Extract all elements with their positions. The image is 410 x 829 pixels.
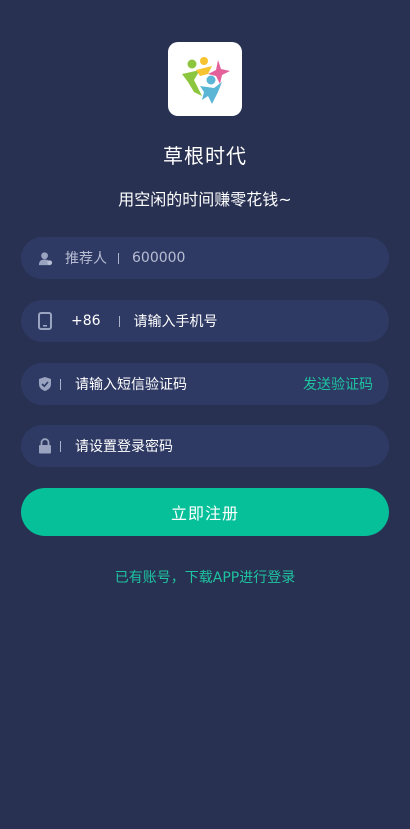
referrer-label: 推荐人	[65, 251, 107, 267]
shield-icon	[37, 376, 53, 392]
register-page: 草根时代 用空闲的时间赚零花钱~ 推荐人 600000 +86 请输入手机号 请…	[0, 0, 410, 829]
app-slogan: 用空闲的时间赚零花钱~	[118, 190, 292, 209]
phone-field[interactable]: +86 请输入手机号	[21, 300, 389, 342]
register-button[interactable]: 立即注册	[21, 488, 389, 536]
country-code[interactable]: +86	[71, 313, 101, 329]
send-code-button[interactable]: 发送验证码	[303, 374, 373, 394]
download-app-link[interactable]: 已有账号，下载APP进行登录	[0, 567, 410, 587]
password-input[interactable]: 请设置登录密码	[75, 436, 173, 456]
user-icon	[37, 250, 53, 266]
people-star-logo-icon	[182, 57, 230, 104]
phone-icon	[37, 312, 53, 330]
referrer-field[interactable]: 推荐人 600000	[21, 237, 389, 279]
phone-input[interactable]: 请输入手机号	[134, 311, 218, 331]
referrer-value[interactable]: 600000	[132, 250, 185, 266]
app-logo	[168, 42, 242, 116]
divider	[60, 378, 61, 390]
password-field[interactable]: 请设置登录密码	[21, 425, 389, 467]
divider	[118, 252, 119, 264]
lock-icon	[37, 438, 53, 454]
divider	[60, 440, 61, 452]
sms-code-field[interactable]: 请输入短信验证码 发送验证码	[21, 363, 389, 405]
app-title: 草根时代	[163, 144, 247, 168]
sms-code-input[interactable]: 请输入短信验证码	[75, 374, 187, 394]
divider	[118, 315, 120, 327]
